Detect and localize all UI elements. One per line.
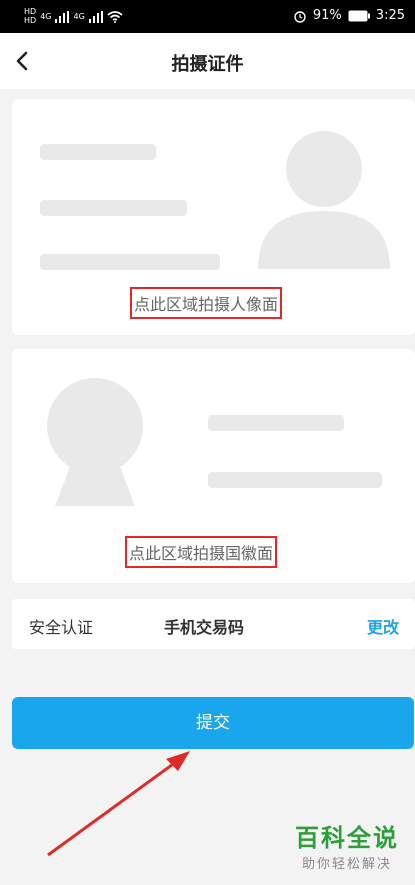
wifi-icon — [107, 10, 123, 23]
network-type-label-2: 4G — [73, 11, 85, 21]
annotation-arrow-icon — [47, 751, 190, 857]
emblem-placeholder-icon — [47, 378, 143, 506]
change-button[interactable]: 更改 — [367, 614, 399, 638]
placeholder-line — [40, 254, 220, 270]
placeholder-line — [40, 200, 187, 216]
id-portrait-capture-area[interactable]: 点此区域拍摄人像面 — [12, 99, 415, 335]
watermark-logo: 百科全说 助你轻松解决 — [285, 823, 409, 879]
alarm-icon — [294, 10, 306, 23]
battery-icon — [348, 10, 370, 21]
submit-button[interactable]: 提交 — [12, 697, 414, 749]
person-silhouette-icon — [258, 131, 390, 269]
security-verification-row: 安全认证 手机交易码 更改 — [12, 599, 415, 649]
network-type-label: 4G — [40, 11, 52, 21]
nav-bar: 拍摄证件 — [0, 33, 415, 89]
portrait-hint[interactable]: 点此区域拍摄人像面 — [130, 287, 283, 319]
id-emblem-capture-area[interactable]: 点此区域拍摄国徽面 — [12, 349, 415, 583]
clock: 3:25 — [375, 8, 405, 23]
security-method: 手机交易码 — [164, 618, 245, 637]
hd-label-2: HD — [24, 16, 37, 25]
signal-icon-2 — [88, 10, 103, 23]
system-indicators: 91% 3:25 — [293, 8, 405, 23]
placeholder-line — [208, 415, 344, 431]
placeholder-line — [40, 144, 156, 160]
battery-percent: 91% — [312, 8, 342, 23]
watermark-title: 百科全说 — [295, 824, 399, 852]
network-indicators: HD HD 4G 4G — [24, 8, 123, 25]
watermark-subtitle: 助你轻松解决 — [301, 857, 392, 872]
signal-icon — [55, 10, 70, 23]
security-label: 安全认证 — [29, 618, 94, 637]
page-title: 拍摄证件 — [171, 54, 244, 75]
hd-label: HD — [24, 7, 37, 16]
status-bar: HD HD 4G 4G 91% 3:25 — [0, 0, 415, 33]
emblem-hint[interactable]: 点此区域拍摄国徽面 — [125, 536, 278, 568]
placeholder-line — [208, 472, 382, 488]
